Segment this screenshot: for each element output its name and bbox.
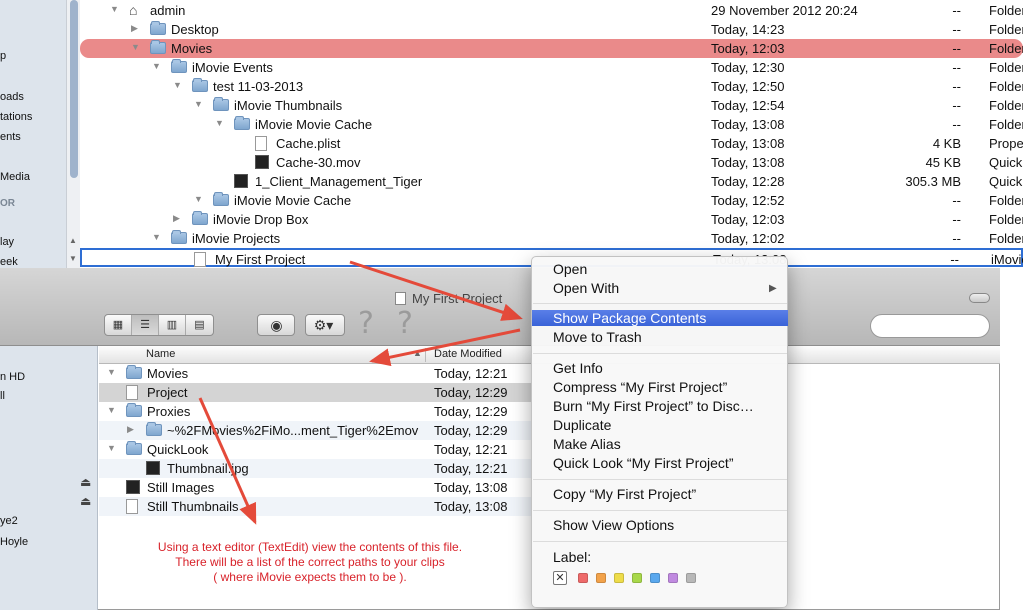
menu-item[interactable]: Move to Trash: [553, 329, 642, 345]
label-color-swatch[interactable]: [668, 573, 678, 583]
menu-item[interactable]: Quick Look “My First Project”: [553, 455, 733, 471]
menu-item[interactable]: Make Alias: [553, 436, 621, 452]
annotation-arrows: [198, 260, 523, 525]
annotation-arrow: [349, 260, 523, 321]
menu-separator: [533, 479, 787, 480]
menu-item[interactable]: Compress “My First Project”: [553, 379, 727, 395]
menu-separator: [533, 510, 787, 511]
menu-item[interactable]: Show View Options: [553, 517, 674, 533]
menu-item[interactable]: Duplicate: [553, 417, 611, 433]
label-none-icon[interactable]: ✕: [553, 571, 567, 585]
label-color-swatch[interactable]: [614, 573, 624, 583]
menu-separator: [533, 353, 787, 354]
label-color-swatch[interactable]: [632, 573, 642, 583]
menu-item[interactable]: Open With: [553, 280, 619, 296]
annotation-arrow: [369, 328, 521, 367]
menu-item[interactable]: Burn “My First Project” to Disc…: [553, 398, 754, 414]
menu-item[interactable]: Copy “My First Project”: [553, 486, 696, 502]
annotation-arrow: [198, 397, 257, 525]
menu-item[interactable]: Open: [553, 261, 587, 277]
submenu-arrow-icon: ▶: [769, 283, 777, 294]
menu-item[interactable]: Get Info: [553, 360, 603, 376]
label-color-swatch[interactable]: [650, 573, 660, 583]
label-color-swatch[interactable]: [686, 573, 696, 583]
context-menu: Open Open With ▶ Show Package Contents Move …: [531, 256, 788, 608]
menu-separator: [533, 541, 787, 542]
menu-item[interactable]: Show Package Contents: [532, 310, 788, 326]
label-heading: Label:: [553, 549, 592, 565]
label-color-swatch[interactable]: [578, 573, 588, 583]
menu-separator: [533, 303, 787, 304]
label-color-swatch[interactable]: [596, 573, 606, 583]
